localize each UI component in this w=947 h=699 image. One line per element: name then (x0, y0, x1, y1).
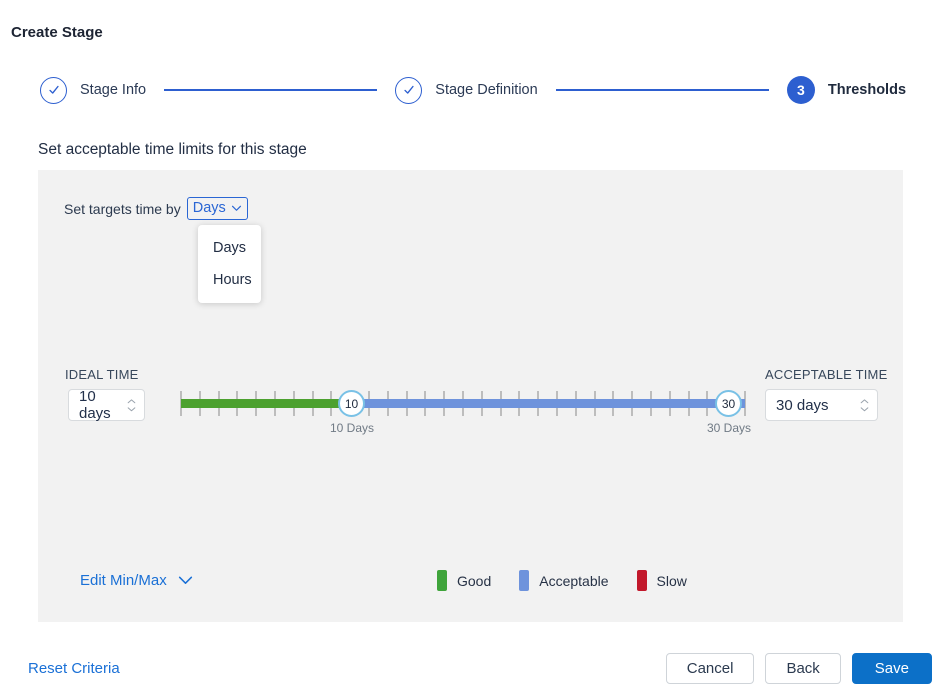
chevron-down-icon (178, 576, 192, 584)
page-title: Create Stage (11, 24, 103, 41)
step-label: Thresholds (827, 82, 907, 98)
slider-segment-good (181, 399, 352, 408)
unit-dropdown-value: Days (192, 200, 226, 216)
legend-item-acceptable: Acceptable (519, 570, 609, 591)
stepper-step-stage-info[interactable]: Stage Info (40, 76, 147, 104)
chevron-down-icon (231, 205, 241, 211)
step-label: Stage Info (80, 82, 147, 98)
save-button[interactable]: Save (851, 653, 932, 684)
step-number-badge: 3 (786, 76, 815, 104)
ideal-time-input[interactable]: 10 days (68, 388, 145, 422)
footer-buttons: Cancel Back Save (665, 653, 932, 684)
legend-item-slow: Slow (636, 570, 687, 591)
check-circle-icon (395, 76, 423, 104)
unit-option-hours[interactable]: Hours (198, 264, 261, 296)
acceptable-swatch (519, 570, 530, 591)
check-circle-icon (40, 76, 67, 104)
edit-minmax-link[interactable]: Edit Min/Max (80, 572, 193, 589)
cancel-button[interactable]: Cancel (665, 653, 755, 684)
reset-criteria-link[interactable]: Reset Criteria (28, 660, 120, 677)
unit-dropdown-trigger[interactable]: Days (186, 197, 248, 220)
time-range-slider: 10 30 10 Days 30 Days (180, 388, 751, 435)
stepper-step-thresholds[interactable]: 3 Thresholds (786, 76, 907, 104)
stepper-connector (164, 89, 378, 91)
ideal-time-value: 10 days (79, 388, 111, 422)
acceptable-time-label: ACCEPTABLE TIME (765, 367, 888, 382)
targets-label: Set targets time by (64, 200, 181, 217)
stepper-step-stage-definition[interactable]: Stage Definition (395, 76, 538, 104)
slider-handle-max[interactable]: 30 (715, 390, 742, 417)
acceptable-time-input[interactable]: 30 days (765, 389, 878, 421)
targets-row: Set targets time by Days (64, 197, 248, 220)
slow-swatch (636, 570, 647, 591)
slider-track[interactable] (181, 399, 745, 408)
unit-option-days[interactable]: Days (198, 232, 261, 264)
slider-segment-acceptable (351, 399, 745, 408)
back-button[interactable]: Back (765, 653, 841, 684)
legend-label: Good (457, 572, 492, 589)
good-swatch (437, 570, 447, 591)
slider-min-label: 10 Days (329, 421, 375, 435)
create-stage-dialog: Create Stage Stage Info Stage Definition… (0, 0, 947, 699)
stepper-connector (555, 89, 769, 91)
unit-dropdown-menu: Days Hours (198, 225, 261, 303)
ideal-time-label: IDEAL TIME (65, 367, 139, 382)
stepper: Stage Info Stage Definition 3 Thresholds (40, 76, 906, 104)
legend-item-good: Good (437, 570, 491, 591)
section-title: Set acceptable time limits for this stag… (38, 141, 307, 158)
legend: Good Acceptable Slow (437, 570, 715, 591)
stepper-arrows-icon[interactable] (127, 398, 136, 412)
legend-label: Acceptable (539, 572, 609, 589)
legend-label: Slow (656, 572, 687, 589)
slider-max-label: 30 Days (706, 421, 752, 435)
slider-handle-min[interactable]: 10 (338, 390, 365, 417)
acceptable-time-value: 30 days (776, 396, 829, 414)
stepper-arrows-icon[interactable] (860, 398, 869, 412)
edit-minmax-label: Edit Min/Max (80, 572, 167, 589)
step-label: Stage Definition (435, 82, 538, 98)
